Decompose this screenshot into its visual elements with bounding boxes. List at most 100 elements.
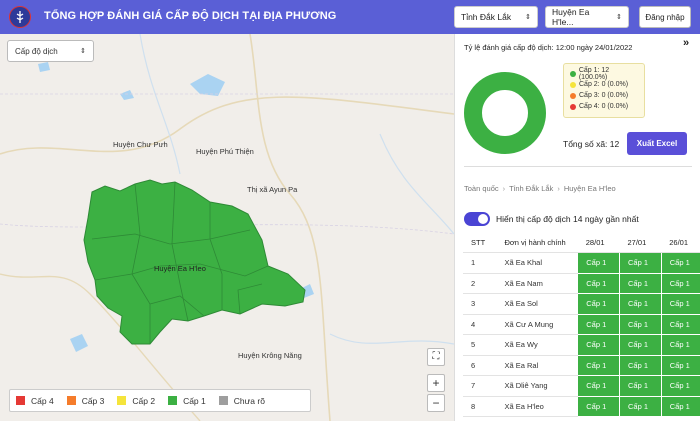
map-label-ayun-pa: Thị xã Ayun Pa — [247, 185, 298, 194]
level-cell: Cấp 1 — [660, 252, 700, 274]
row-stt: 8 — [463, 396, 499, 417]
map-label-chu-puh: Huyện Chư Pưh — [113, 140, 168, 149]
row-stt: 6 — [463, 355, 499, 376]
level-cell: Cấp 1 — [577, 273, 620, 294]
legend-item: Cấp 2 — [117, 396, 155, 406]
level-cell: Cấp 1 — [619, 334, 662, 356]
row-unit-name: Xã Ea Wy — [498, 334, 578, 356]
table-row[interactable]: 6 Xã Ea Ral Cấp 1 Cấp 1 Cấp 1 — [463, 355, 700, 376]
province-select[interactable]: Tỉnh Đắk Lắk ⇕ — [454, 6, 538, 28]
table-row[interactable]: 7 Xã Dliê Yang Cấp 1 Cấp 1 Cấp 1 — [463, 375, 700, 397]
lake-shape — [190, 74, 225, 96]
river-line — [329, 333, 454, 345]
donut-legend: Cấp 1: 12 (100.0%) Cấp 2: 0 (0.0%) Cấp 3: … — [563, 63, 645, 118]
col-header-stt: STT — [463, 232, 499, 253]
legend-item: Cấp 4 — [16, 396, 54, 406]
river-line — [379, 133, 454, 235]
row-unit-name: Xã Ea Nam — [498, 273, 578, 294]
level-cell: Cấp 1 — [660, 334, 700, 356]
level-cell: Cấp 1 — [660, 375, 700, 397]
district-select[interactable]: Huyện Ea H'le... ⇕ — [545, 6, 629, 28]
breadcrumb-item-district: Huyện Ea H'leo — [563, 184, 616, 193]
table-row[interactable]: 8 Xã Ea H'leo Cấp 1 Cấp 1 Cấp 1 — [463, 396, 700, 417]
col-header-date: 27/01 — [619, 232, 662, 253]
col-header-date: 26/01 — [661, 232, 700, 253]
legend-label: Cấp 4 — [31, 395, 54, 406]
collapse-panel-icon[interactable]: » — [683, 37, 689, 49]
history-toggle-label: Hiển thị cấp độ dịch 14 ngày gần nhất — [496, 214, 639, 224]
level-cell: Cấp 1 — [619, 375, 662, 397]
map-view[interactable]: Cấp độ dịch ⇕ Huyện Chư Pưh Huyện Phú Th… — [0, 34, 454, 421]
district-select-value: Huyện Ea H'le... — [552, 7, 590, 27]
level-cell: Cấp 1 — [577, 396, 620, 417]
total-communes: Tổng số xã: 12 — [563, 139, 620, 149]
legend-item: Cấp 1 — [168, 396, 206, 406]
legend-dot — [570, 70, 576, 77]
level-cell: Cấp 1 — [660, 314, 700, 335]
level-cell: Cấp 1 — [660, 293, 700, 315]
breadcrumb-item-province[interactable]: Tỉnh Đắk Lắk — [509, 184, 553, 193]
map-label-ea-hleo: Huyện Ea H'leo — [154, 264, 206, 273]
table-header-row: STT Đơn vị hành chính 28/01 27/01 26/01 — [463, 232, 700, 253]
export-excel-button[interactable]: Xuất Excel — [627, 132, 687, 155]
map-legend: Cấp 4 Cấp 3 Cấp 2 Cấp 1 Chưa rõ — [9, 389, 311, 412]
zoom-out-button[interactable]: − — [427, 394, 445, 412]
table-row[interactable]: 3 Xã Ea Sol Cấp 1 Cấp 1 Cấp 1 — [463, 293, 700, 315]
legend-swatch — [66, 396, 76, 405]
table-row[interactable]: 2 Xã Ea Nam Cấp 1 Cấp 1 Cấp 1 — [463, 273, 700, 294]
legend-item: Cấp 3 — [66, 395, 105, 406]
layer-select[interactable]: Cấp độ dịch ⇕ — [7, 40, 94, 62]
map-canvas[interactable] — [0, 34, 454, 421]
row-unit-name: Xã Ea Khal — [498, 252, 578, 274]
level-cell: Cấp 1 — [660, 355, 700, 376]
level-cell: Cấp 1 — [619, 314, 662, 335]
lake-shape — [38, 62, 50, 72]
col-header-date: 28/01 — [577, 232, 620, 253]
level-cell: Cấp 1 — [577, 314, 620, 335]
breadcrumb-item-country[interactable]: Toàn quốc — [464, 184, 499, 193]
legend-swatch — [117, 396, 127, 405]
table-row[interactable]: 5 Xã Ea Wy Cấp 1 Cấp 1 Cấp 1 — [463, 334, 700, 356]
chevron-updown-icon: ⇕ — [616, 14, 622, 21]
legend-swatch — [168, 396, 178, 405]
chevron-right-icon: › — [502, 184, 506, 193]
divider — [464, 166, 692, 167]
legend-dot — [570, 92, 576, 99]
table-row[interactable]: 1 Xã Ea Khal Cấp 1 Cấp 1 Cấp 1 — [463, 252, 700, 274]
legend-swatch — [218, 396, 228, 405]
history-toggle[interactable] — [464, 212, 490, 226]
rate-donut-chart — [464, 72, 546, 154]
chevron-updown-icon: ⇕ — [525, 14, 531, 21]
app-title: TỔNG HỢP ĐÁNH GIÁ CẤP ĐỘ DỊCH TẠI ĐỊA PH… — [44, 10, 337, 22]
lake-shape — [70, 334, 88, 352]
level-cell: Cấp 1 — [577, 293, 620, 315]
river-line — [139, 34, 181, 175]
commune-level-table: STT Đơn vị hành chính 28/01 27/01 26/01 … — [463, 232, 700, 417]
level-cell: Cấp 1 — [577, 355, 620, 376]
login-button[interactable]: Đăng nhập — [639, 6, 691, 28]
legend-label: Cấp 1 — [183, 395, 206, 406]
donut-legend-label: Cấp 2: 0 (0.0%) — [579, 81, 629, 88]
ministry-logo-icon — [9, 6, 31, 28]
layer-select-value: Cấp độ dịch — [15, 46, 58, 56]
donut-legend-item: Cấp 2: 0 (0.0%) — [570, 79, 638, 90]
chevron-right-icon: › — [557, 184, 560, 193]
road-line — [249, 34, 331, 421]
zoom-in-button[interactable]: + — [427, 374, 445, 392]
map-label-phu-thien: Huyện Phú Thiện — [196, 147, 254, 156]
donut-legend-item: Cấp 3: 0 (0.0%) — [570, 90, 638, 101]
legend-label: Cấp 3 — [81, 395, 105, 406]
fullscreen-button[interactable]: ⛶ — [427, 348, 445, 366]
road-line — [0, 96, 454, 155]
row-stt: 2 — [463, 273, 499, 294]
donut-legend-item: Cấp 1: 12 (100.0%) — [570, 67, 638, 81]
row-unit-name: Xã Cư A Mung — [498, 314, 578, 335]
row-unit-name: Xã Ea Sol — [498, 293, 578, 315]
row-unit-name: Xã Ea H'leo — [498, 396, 578, 417]
district-ea-hleo-shape[interactable] — [83, 179, 306, 345]
table-row[interactable]: 4 Xã Cư A Mung Cấp 1 Cấp 1 Cấp 1 — [463, 314, 700, 335]
row-stt: 3 — [463, 293, 499, 315]
row-unit-name: Xã Dliê Yang — [498, 375, 578, 397]
map-label-krong-nang: Huyện Krông Năng — [238, 351, 302, 360]
lake-shape — [120, 90, 134, 100]
